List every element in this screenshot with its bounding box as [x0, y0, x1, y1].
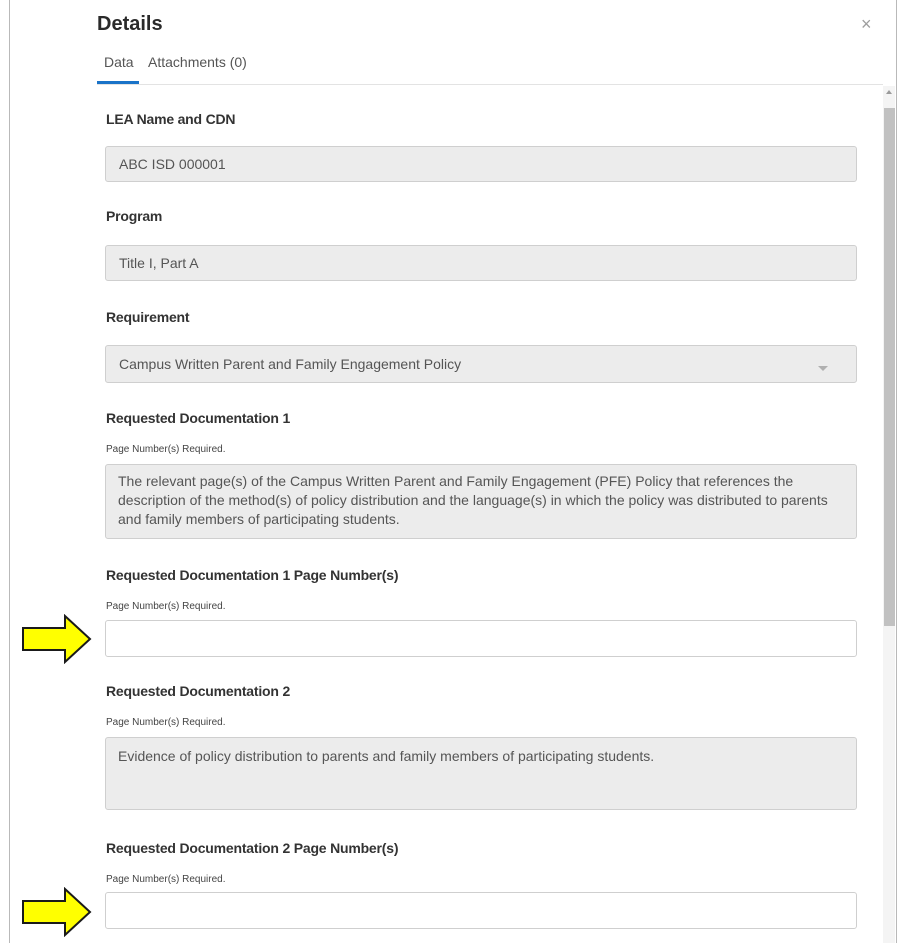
- tab-attachments[interactable]: Attachments (0): [148, 54, 247, 70]
- program-label: Program: [106, 208, 163, 224]
- requested-doc-1-pages-label: Requested Documentation 1 Page Number(s): [106, 567, 399, 583]
- requested-doc-1-pages-hint: Page Number(s) Required.: [106, 601, 226, 612]
- requested-doc-2-field: Evidence of policy distribution to paren…: [105, 737, 857, 810]
- requirement-select[interactable]: Campus Written Parent and Family Engagem…: [105, 345, 857, 383]
- lea-name-label: LEA Name and CDN: [106, 111, 236, 127]
- requested-doc-2-pages-hint: Page Number(s) Required.: [106, 874, 226, 885]
- scrollbar-thumb[interactable]: [884, 108, 895, 626]
- requested-doc-2-pages-label: Requested Documentation 2 Page Number(s): [106, 840, 399, 856]
- scroll-up-icon[interactable]: [886, 90, 892, 94]
- chevron-down-icon[interactable]: [818, 366, 828, 371]
- yellow-arrow-icon: [22, 614, 92, 664]
- close-icon[interactable]: ×: [861, 14, 872, 35]
- requested-doc-2-pages-input[interactable]: [105, 892, 857, 929]
- requested-doc-2-label: Requested Documentation 2: [106, 683, 291, 699]
- requested-doc-1-field: The relevant page(s) of the Campus Writt…: [105, 464, 857, 539]
- requested-doc-1-hint: Page Number(s) Required.: [106, 444, 226, 455]
- requested-doc-1-label: Requested Documentation 1: [106, 410, 291, 426]
- dialog-title: Details: [97, 13, 163, 35]
- tab-divider: [97, 84, 883, 85]
- requirement-label: Requirement: [106, 309, 190, 325]
- requested-doc-2-hint: Page Number(s) Required.: [106, 717, 226, 728]
- tab-data[interactable]: Data: [104, 54, 134, 70]
- requested-doc-1-pages-input[interactable]: [105, 620, 857, 657]
- lea-name-field: ABC ISD 000001: [105, 146, 857, 182]
- yellow-arrow-icon: [22, 887, 92, 937]
- program-field: Title I, Part A: [105, 245, 857, 281]
